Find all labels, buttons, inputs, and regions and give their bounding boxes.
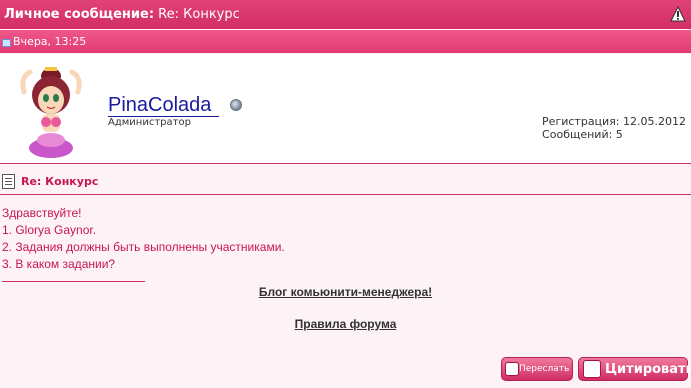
message-line: 2. Задания должны быть выполнены участни… — [2, 240, 285, 254]
author-name-link[interactable]: PinaColada — [108, 94, 220, 117]
online-status-icon — [230, 99, 242, 111]
message-line: 3. В каком задании? — [2, 257, 116, 271]
quote-button-label: Цитировать — [605, 361, 691, 377]
author-stats: Регистрация: 12.05.2012 Сообщений: 5 — [542, 115, 686, 141]
title-prefix: Личное сообщение: — [4, 7, 155, 22]
post-page-icon — [2, 39, 11, 47]
message-title-bar: Личное сообщение: Re: Конкурс — [0, 0, 691, 29]
author-block: Регистрация: 12.05.2012 Сообщений: 5 — [0, 54, 691, 164]
post-date-bar: Вчера, 13:25 — [0, 30, 691, 53]
avatar — [20, 67, 82, 158]
signature-link-rules[interactable]: Правила форума — [0, 317, 691, 331]
signature-link-blog[interactable]: Блог комьюнити-менеджера! — [0, 285, 691, 299]
document-icon — [2, 174, 15, 189]
message-subject: Re: Конкурс — [21, 175, 99, 188]
message-count: Сообщений: 5 — [542, 128, 623, 141]
author-role: Администратор — [108, 117, 191, 128]
signature-divider — [2, 281, 145, 282]
subject-bar: Re: Конкурс — [0, 168, 691, 195]
registration-date: Регистрация: 12.05.2012 — [542, 115, 686, 128]
forward-icon — [505, 362, 519, 376]
author-name-wrap: PinaColada — [108, 94, 220, 117]
warning-icon[interactable] — [670, 6, 686, 22]
quote-button[interactable]: Цитировать — [578, 357, 691, 381]
forward-button[interactable]: Переслать — [501, 357, 573, 381]
title-subject: Re: Конкурс — [158, 7, 240, 22]
quote-icon — [583, 360, 601, 378]
message-body: Здравствуйте! 1. Glorya Gaynor. 2. Задан… — [2, 205, 285, 273]
message-line: 1. Glorya Gaynor. — [2, 223, 97, 237]
post-date: Вчера, 13:25 — [13, 35, 87, 48]
forward-button-label: Переслать — [519, 364, 570, 374]
message-line: Здравствуйте! — [2, 206, 82, 220]
